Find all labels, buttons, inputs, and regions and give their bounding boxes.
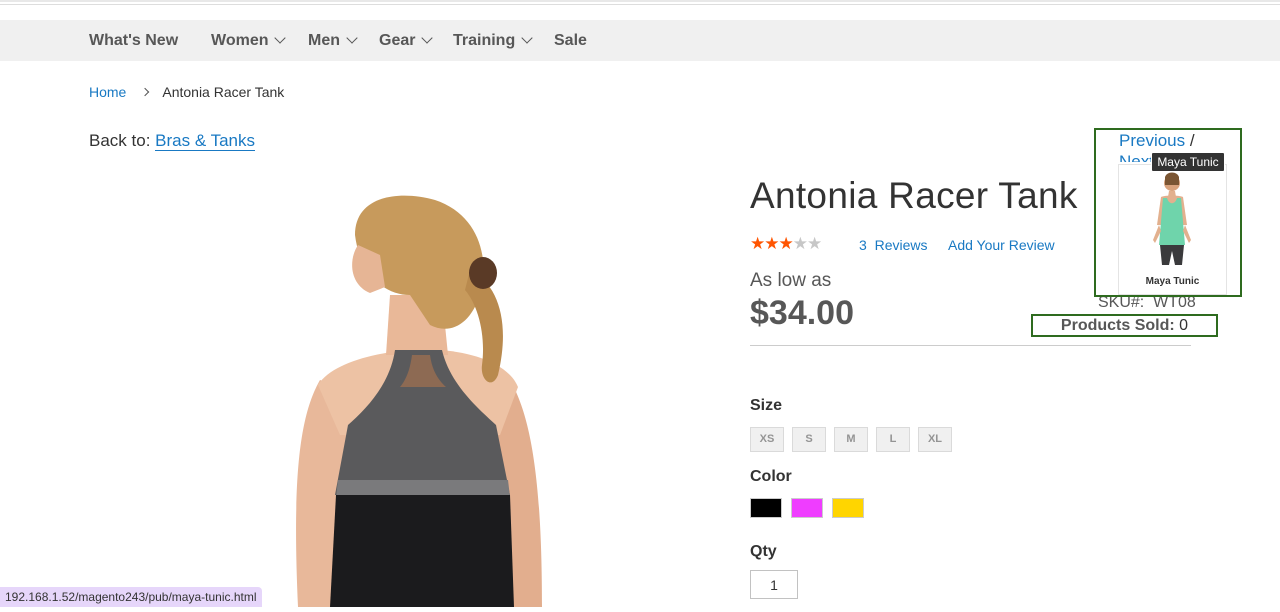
nav-label: Men [308,32,340,49]
qty-input[interactable] [750,570,798,599]
browser-top-edge [0,0,1280,2]
divider [750,345,1191,346]
price-prefix: As low as [750,270,832,291]
reviews-link[interactable]: 3 Reviews [859,237,927,253]
chevron-down-icon [521,32,533,44]
chevron-right-icon [141,87,150,97]
previous-product: Previous / [1119,131,1195,151]
nav-label: Sale [554,32,587,49]
nav-item-whats-new[interactable]: What's New [89,20,178,61]
products-sold-label: Products Sold: [1060,317,1175,334]
color-swatch-purple[interactable] [791,498,823,518]
main-navigation: What's New Women Men Gear Training Sale [0,20,1280,61]
star-empty-icon: ★ [807,234,822,253]
nav-item-training[interactable]: Training [453,20,533,61]
color-swatch-black[interactable] [750,498,782,518]
next-link[interactable]: Next [1119,152,1153,162]
nav-item-women[interactable]: Women [211,20,287,61]
chevron-down-icon [274,32,287,44]
size-option-s[interactable]: S [792,427,826,452]
browser-status-url: 192.168.1.52/magento243/pub/maya-tunic.h… [0,587,262,607]
nav-item-sale[interactable]: Sale [554,20,587,61]
nav-label: Training [453,32,516,49]
nav-item-gear[interactable]: Gear [379,20,434,61]
preview-product-name: Maya Tunic [1145,276,1200,287]
color-swatch-yellow[interactable] [832,498,864,518]
color-label: Color [750,468,792,485]
size-option-m[interactable]: M [834,427,868,452]
next-product-preview[interactable]: Maya Tunic [1118,164,1227,295]
browser-top-rule [0,4,1280,5]
nav-label: Women [211,32,269,49]
chevron-down-icon [346,32,358,44]
reviews-count: 3 [859,237,867,253]
preview-photo [1153,172,1191,265]
breadcrumb-home-link[interactable]: Home [89,84,126,100]
star-filled-icon: ★ [750,234,765,253]
products-sold: Products Sold: 0 [1031,314,1218,337]
nav-label: Gear [379,32,416,49]
reviews-label: Reviews [874,237,928,253]
product-title: Antonia Racer Tank [750,175,1078,216]
nav-label: What's New [89,32,179,49]
products-sold-value: 0 [1179,317,1189,334]
chevron-down-icon [421,32,434,44]
product-tooltip: Maya Tunic [1151,152,1225,172]
qty-label: Qty [750,543,777,560]
size-option-xs[interactable]: XS [750,427,784,452]
rating-stars: ★★★★★ [750,234,822,254]
star-filled-icon: ★ [764,234,779,253]
back-to-category-link[interactable]: Bras & Tanks [155,131,255,151]
nav-item-men[interactable]: Men [308,20,358,61]
size-option-l[interactable]: L [876,427,910,452]
add-review-link[interactable]: Add Your Review [948,237,1055,253]
breadcrumb-current: Antonia Racer Tank [162,84,285,100]
prev-next-separator: / [1189,131,1195,150]
breadcrumb: Home Antonia Racer Tank [89,84,284,100]
product-main-image[interactable] [180,175,660,607]
size-option-xl[interactable]: XL [918,427,952,452]
previous-link[interactable]: Previous [1119,131,1185,150]
back-to-prefix: Back to: [89,131,151,150]
size-label: Size [750,397,783,414]
back-to: Back to: Bras & Tanks [89,131,255,151]
price: $34.00 [750,294,854,332]
star-empty-icon: ★ [792,234,808,253]
star-filled-icon: ★ [778,234,794,253]
product-photo [296,195,542,607]
